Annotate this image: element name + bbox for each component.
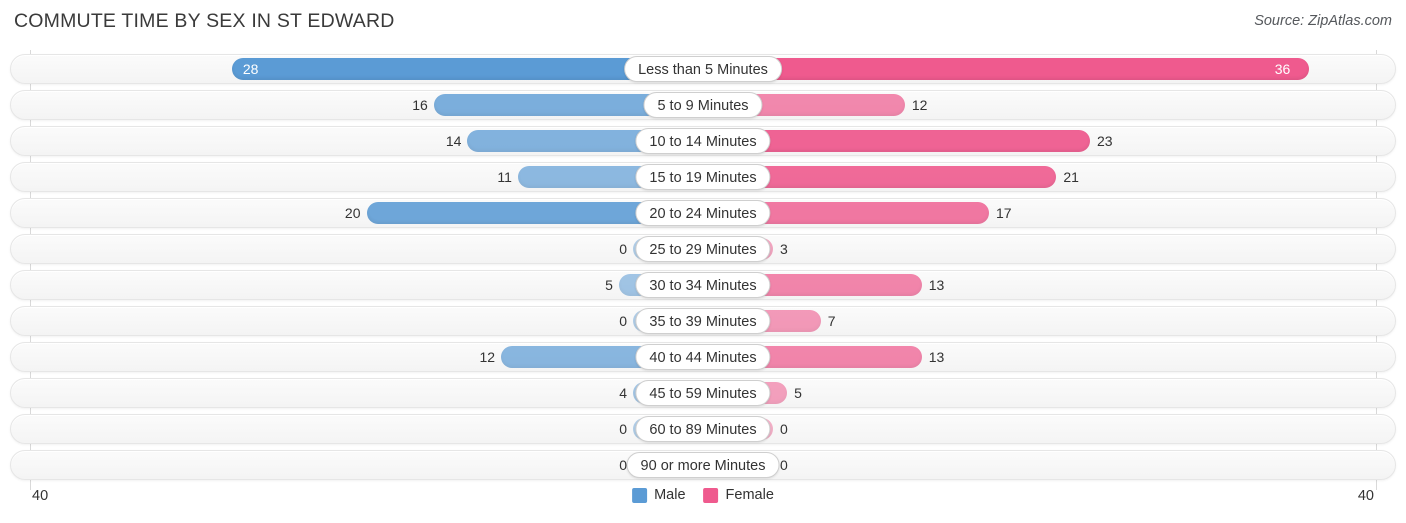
chart-row[interactable]: 16 12 5 to 9 Minutes <box>10 90 1396 120</box>
legend-swatch-male-icon <box>632 487 648 503</box>
value-label-female: 17 <box>996 205 1012 221</box>
legend: Male Female <box>632 487 774 503</box>
value-label-male: 28 <box>242 61 259 77</box>
legend-label-female: Female <box>725 487 774 503</box>
category-label-pill[interactable]: 40 to 44 Minutes <box>635 344 771 370</box>
chart-row[interactable]: 12 13 40 to 44 Minutes <box>10 342 1396 372</box>
value-label-female: 3 <box>780 241 788 257</box>
value-label-female: 21 <box>1063 169 1079 185</box>
legend-swatch-female-icon <box>703 487 719 503</box>
category-label-pill[interactable]: 20 to 24 Minutes <box>635 200 771 226</box>
bar-female[interactable] <box>703 58 1309 80</box>
axis-label-left: 40 <box>32 488 49 504</box>
chart-row[interactable]: 20 17 20 to 24 Minutes <box>10 198 1396 228</box>
chart-row[interactable]: 0 3 25 to 29 Minutes <box>10 234 1396 264</box>
axis-label-right: 40 <box>1357 488 1374 504</box>
value-label-male: 0 <box>619 421 627 437</box>
value-label-female: 13 <box>928 349 945 365</box>
source-attribution: Source: ZipAtlas.com <box>1254 13 1392 29</box>
value-label-male: 5 <box>605 277 613 293</box>
value-label-male: 16 <box>412 97 428 113</box>
chart-row[interactable]: 0 7 35 to 39 Minutes <box>10 306 1396 336</box>
category-label-pill[interactable]: 10 to 14 Minutes <box>635 128 771 154</box>
category-label-pill[interactable]: 15 to 19 Minutes <box>635 164 771 190</box>
chart-row[interactable]: 14 23 10 to 14 Minutes <box>10 126 1396 156</box>
value-label-female: 5 <box>794 385 802 401</box>
category-label-pill[interactable]: 30 to 34 Minutes <box>635 272 771 298</box>
value-label-female: 7 <box>827 313 836 329</box>
legend-item-male[interactable]: Male <box>632 487 686 503</box>
value-label-male: 14 <box>445 133 462 149</box>
category-label-pill[interactable]: 5 to 9 Minutes <box>643 92 763 118</box>
chart-row[interactable]: 11 21 15 to 19 Minutes <box>10 162 1396 192</box>
chart-row[interactable]: 4 5 45 to 59 Minutes <box>10 378 1396 408</box>
value-label-male: 0 <box>619 457 627 473</box>
value-label-female: 0 <box>780 421 788 437</box>
value-label-male: 0 <box>619 241 627 257</box>
legend-label-male: Male <box>654 487 686 503</box>
value-label-female: 23 <box>1096 133 1113 149</box>
category-label-pill[interactable]: 35 to 39 Minutes <box>635 308 771 334</box>
value-label-male: 0 <box>619 313 627 329</box>
chart-row[interactable]: 28 36 Less than 5 Minutes <box>10 54 1396 84</box>
chart-container: COMMUTE TIME BY SEX IN ST EDWARD Source:… <box>0 0 1406 523</box>
category-label-pill[interactable]: 25 to 29 Minutes <box>635 236 771 262</box>
category-label-pill[interactable]: Less than 5 Minutes <box>624 56 782 82</box>
page-title: COMMUTE TIME BY SEX IN ST EDWARD <box>14 10 395 32</box>
chart-row[interactable]: 5 13 30 to 34 Minutes <box>10 270 1396 300</box>
value-label-female: 12 <box>911 97 928 113</box>
value-label-female: 36 <box>1274 61 1291 77</box>
chart-row[interactable]: 0 0 90 or more Minutes <box>10 450 1396 480</box>
value-label-male: 12 <box>479 349 496 365</box>
value-label-female: 13 <box>928 277 945 293</box>
category-label-pill[interactable]: 60 to 89 Minutes <box>635 416 771 442</box>
category-label-pill[interactable]: 90 or more Minutes <box>626 452 780 478</box>
value-label-male: 11 <box>497 169 512 185</box>
chart-row[interactable]: 0 0 60 to 89 Minutes <box>10 414 1396 444</box>
value-label-female: 0 <box>780 457 788 473</box>
legend-item-female[interactable]: Female <box>703 487 774 503</box>
value-label-male: 20 <box>344 205 361 221</box>
plot-area: 28 36 Less than 5 Minutes 16 12 5 to 9 Minute… <box>0 50 1406 490</box>
value-label-male: 4 <box>619 385 627 401</box>
category-label-pill[interactable]: 45 to 59 Minutes <box>635 380 771 406</box>
